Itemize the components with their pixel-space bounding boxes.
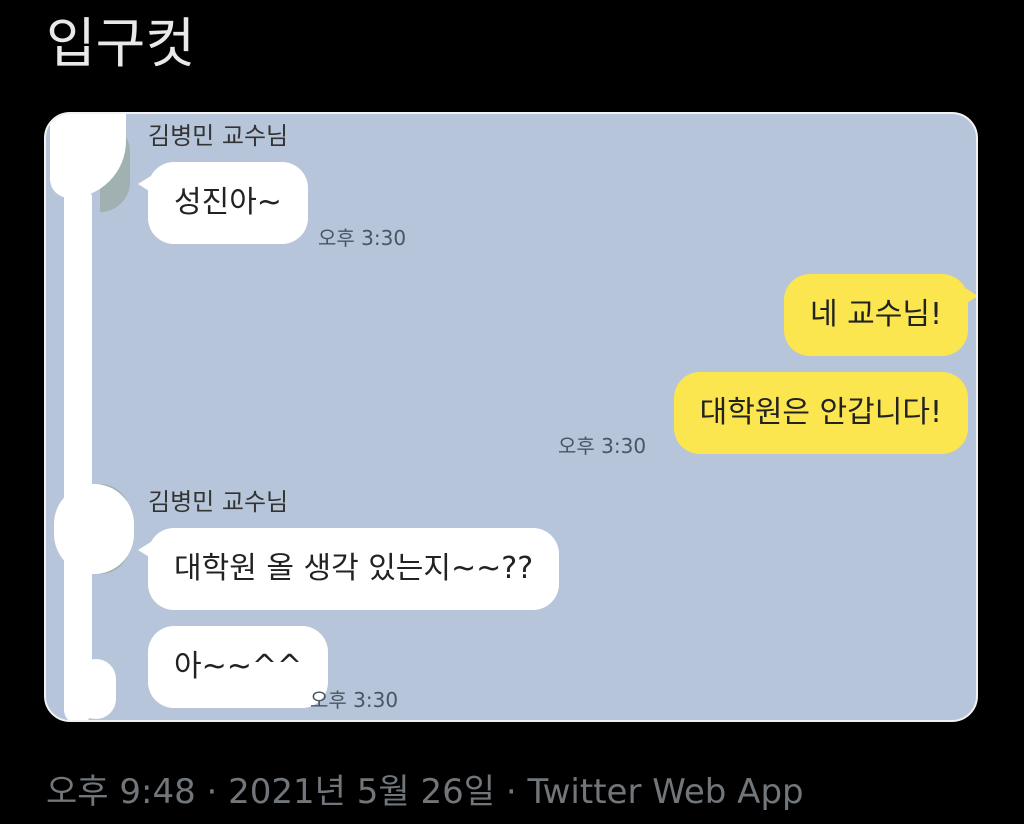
tweet-text: 입구컷 bbox=[46, 12, 196, 75]
separator: · bbox=[495, 772, 528, 812]
redaction-mark bbox=[54, 484, 134, 574]
message-bubble-incoming[interactable]: 대학원 올 생각 있는지~~?? bbox=[137, 528, 560, 610]
message-bubble-incoming[interactable]: 아~~^^ bbox=[148, 626, 329, 708]
message-time: 오후 3:30 bbox=[318, 226, 407, 250]
separator: · bbox=[195, 772, 229, 812]
redaction-mark bbox=[76, 659, 116, 719]
sender-name: 김병민 교수님 bbox=[148, 122, 289, 150]
chat-screenshot-image[interactable]: 김병민 교수님 성진아~ 오후 3:30 네 교수님! 대학원은 안갑니다! 오… bbox=[44, 112, 978, 722]
message-time: 오후 3:30 bbox=[558, 434, 647, 458]
redaction-mark bbox=[64, 184, 92, 720]
message-bubble-outgoing[interactable]: 대학원은 안갑니다! bbox=[673, 372, 968, 454]
message-time: 오후 3:30 bbox=[310, 688, 399, 712]
message-bubble-incoming[interactable]: 성진아~ bbox=[138, 162, 308, 244]
tweet-metadata: 오후 9:48 · 2021년 5월 26일 · Twitter Web App bbox=[46, 770, 804, 814]
tweet-time[interactable]: 오후 9:48 bbox=[46, 772, 196, 812]
message-bubble-outgoing[interactable]: 네 교수님! bbox=[784, 274, 976, 356]
tweet-date[interactable]: 2021년 5월 26일 bbox=[228, 772, 495, 812]
sender-name: 김병민 교수님 bbox=[148, 488, 289, 516]
tweet-source[interactable]: Twitter Web App bbox=[527, 772, 803, 812]
